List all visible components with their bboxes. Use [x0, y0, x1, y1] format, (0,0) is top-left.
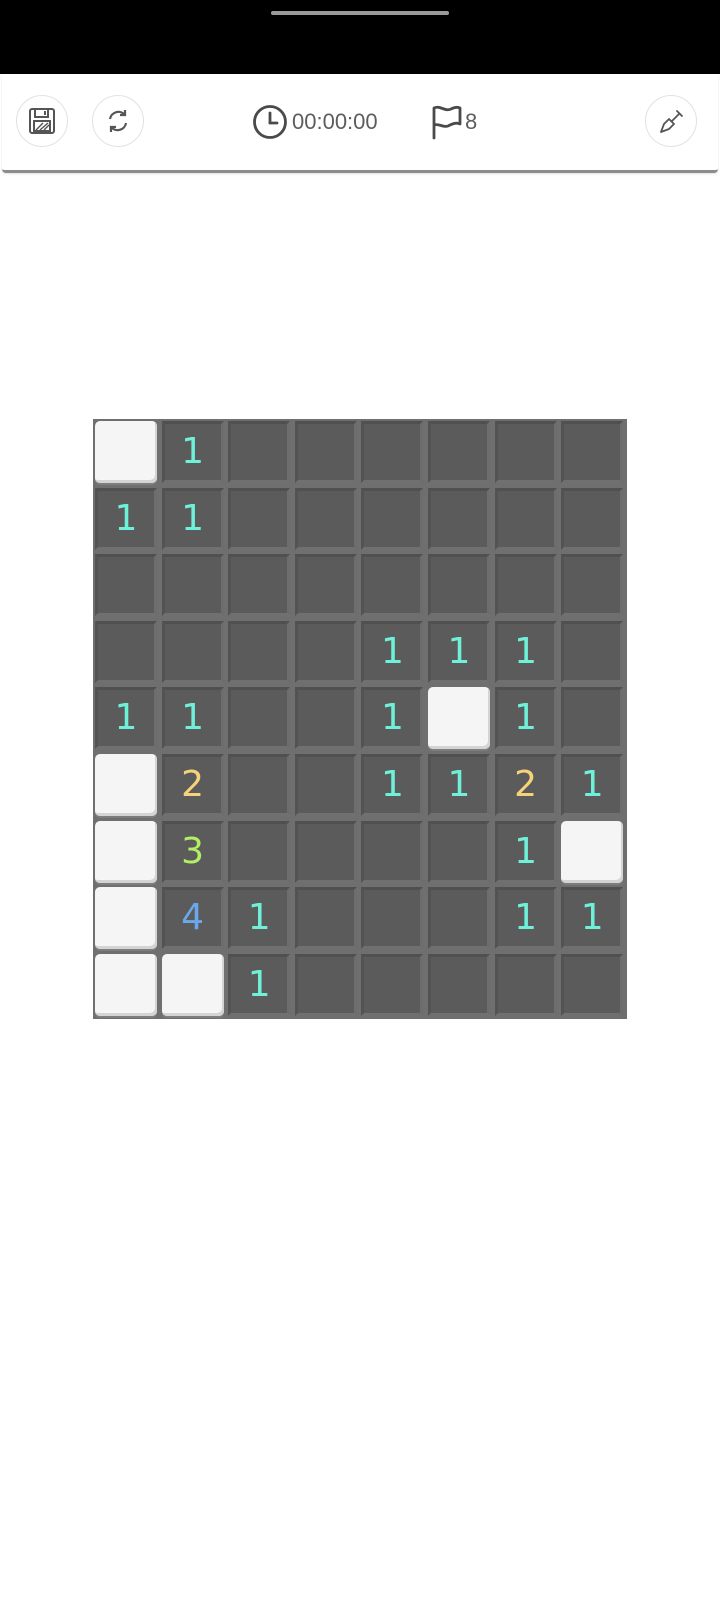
- revealed-empty-cell[interactable]: [228, 754, 291, 816]
- revealed-empty-cell[interactable]: [561, 487, 624, 550]
- flag-icon: [432, 105, 462, 140]
- revealed-empty-cell[interactable]: [294, 487, 357, 550]
- revealed-empty-cell[interactable]: [228, 820, 291, 883]
- number-cell[interactable]: 3: [161, 820, 224, 883]
- revealed-empty-cell[interactable]: [361, 953, 424, 1016]
- revealed-empty-cell[interactable]: [361, 820, 424, 883]
- revealed-empty-cell[interactable]: [494, 554, 557, 617]
- revealed-empty-cell[interactable]: [294, 754, 357, 816]
- revealed-empty-cell[interactable]: [294, 953, 357, 1016]
- number-cell[interactable]: 1: [428, 754, 490, 816]
- number-cell[interactable]: 1: [428, 620, 490, 683]
- revealed-empty-cell[interactable]: [294, 620, 357, 683]
- number-cell[interactable]: 1: [95, 487, 157, 550]
- revealed-empty-cell[interactable]: [228, 421, 291, 483]
- covered-cell[interactable]: [428, 687, 490, 750]
- number-cell[interactable]: 1: [361, 754, 424, 816]
- revealed-empty-cell[interactable]: [294, 887, 357, 950]
- number-cell[interactable]: 1: [228, 887, 291, 950]
- clock-icon: [253, 105, 287, 139]
- revealed-empty-cell[interactable]: [561, 421, 624, 483]
- covered-cell[interactable]: [161, 953, 224, 1016]
- number-cell[interactable]: 1: [161, 687, 224, 750]
- gesture-pill: [271, 11, 449, 15]
- number-cell[interactable]: 1: [161, 487, 224, 550]
- revealed-empty-cell[interactable]: [95, 620, 157, 683]
- covered-cell[interactable]: [561, 820, 624, 883]
- revealed-empty-cell[interactable]: [228, 554, 291, 617]
- flag-count-text: 8: [465, 109, 478, 134]
- revealed-empty-cell[interactable]: [561, 687, 624, 750]
- number-cell[interactable]: 1: [494, 687, 557, 750]
- restart-button[interactable]: [92, 95, 144, 147]
- number-cell[interactable]: 1: [228, 953, 291, 1016]
- number-cell[interactable]: 1: [95, 687, 157, 750]
- status-bar: [0, 0, 720, 74]
- revealed-empty-cell[interactable]: [161, 620, 224, 683]
- timer-text: 00:00:00: [292, 109, 378, 134]
- covered-cell[interactable]: [95, 953, 157, 1016]
- revealed-empty-cell[interactable]: [361, 487, 424, 550]
- covered-cell[interactable]: [95, 820, 157, 883]
- revealed-empty-cell[interactable]: [428, 487, 490, 550]
- revealed-empty-cell[interactable]: [494, 487, 557, 550]
- number-cell[interactable]: 1: [494, 620, 557, 683]
- minesweeper-board: 1111111111211213141111: [93, 419, 627, 1019]
- revealed-empty-cell[interactable]: [294, 554, 357, 617]
- revealed-empty-cell[interactable]: [294, 421, 357, 483]
- revealed-empty-cell[interactable]: [428, 820, 490, 883]
- covered-cell[interactable]: [95, 887, 157, 950]
- number-cell[interactable]: 1: [561, 754, 624, 816]
- number-cell[interactable]: 4: [161, 887, 224, 950]
- number-cell[interactable]: 1: [161, 421, 224, 483]
- shovel-icon: [660, 110, 683, 133]
- revealed-empty-cell[interactable]: [561, 554, 624, 617]
- revealed-empty-cell[interactable]: [561, 620, 624, 683]
- revealed-empty-cell[interactable]: [428, 554, 490, 617]
- revealed-empty-cell[interactable]: [428, 887, 490, 950]
- revealed-empty-cell[interactable]: [361, 554, 424, 617]
- save-floppy-icon: [29, 108, 55, 134]
- revealed-empty-cell[interactable]: [361, 421, 424, 483]
- dig-tool-button[interactable]: [645, 95, 697, 147]
- save-button[interactable]: [16, 95, 68, 147]
- revealed-empty-cell[interactable]: [494, 953, 557, 1016]
- number-cell[interactable]: 1: [494, 820, 557, 883]
- revealed-empty-cell[interactable]: [228, 487, 291, 550]
- revealed-empty-cell[interactable]: [294, 687, 357, 750]
- revealed-empty-cell[interactable]: [494, 421, 557, 483]
- covered-cell[interactable]: [95, 421, 157, 483]
- number-cell[interactable]: 2: [161, 754, 224, 816]
- number-cell[interactable]: 1: [361, 687, 424, 750]
- number-cell[interactable]: 1: [361, 620, 424, 683]
- revealed-empty-cell[interactable]: [361, 887, 424, 950]
- number-cell[interactable]: 1: [561, 887, 624, 950]
- revealed-empty-cell[interactable]: [161, 554, 224, 617]
- revealed-empty-cell[interactable]: [228, 687, 291, 750]
- revealed-empty-cell[interactable]: [428, 953, 490, 1016]
- revealed-empty-cell[interactable]: [428, 421, 490, 483]
- flag-counter: 8: [430, 104, 477, 140]
- revealed-empty-cell[interactable]: [95, 554, 157, 617]
- number-cell[interactable]: 2: [494, 754, 557, 816]
- timer-display: 00:00:00: [252, 104, 378, 140]
- restart-icon: [108, 110, 128, 132]
- revealed-empty-cell[interactable]: [228, 620, 291, 683]
- covered-cell[interactable]: [95, 754, 157, 816]
- revealed-empty-cell[interactable]: [561, 953, 624, 1016]
- number-cell[interactable]: 1: [494, 887, 557, 950]
- game-toolbar: 00:00:00 8: [2, 74, 718, 173]
- revealed-empty-cell[interactable]: [294, 820, 357, 883]
